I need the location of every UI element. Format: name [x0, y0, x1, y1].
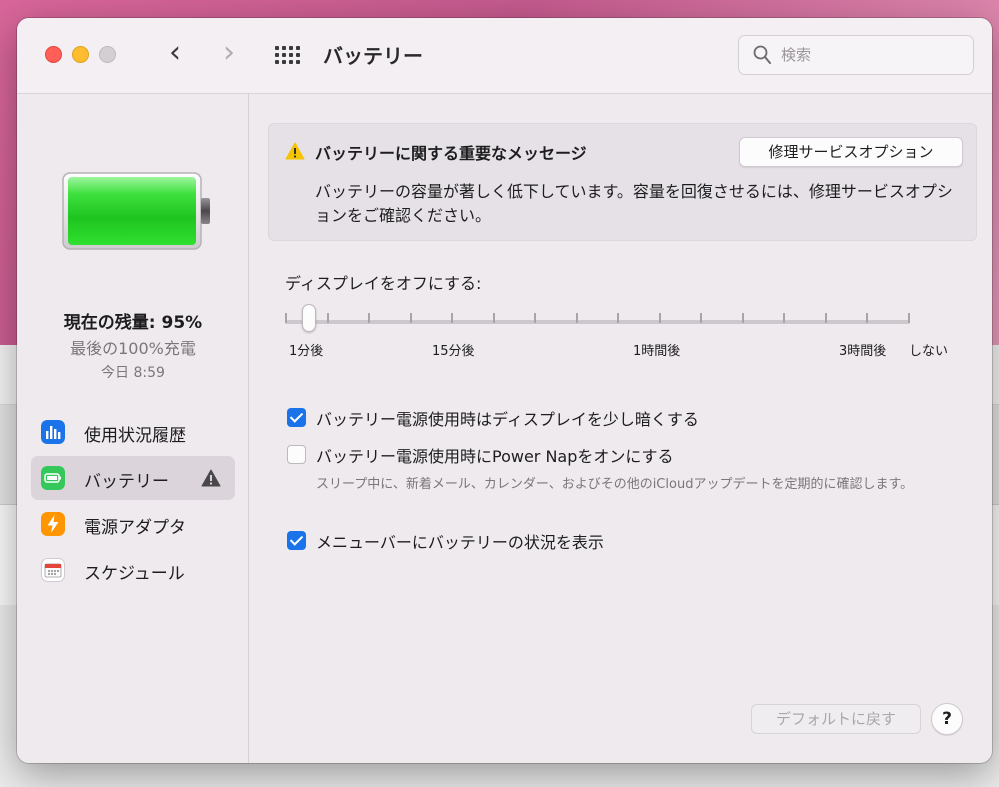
power-nap-checkbox[interactable] — [287, 445, 306, 464]
slider-tick — [908, 313, 910, 323]
battery-icon — [41, 466, 65, 490]
dim-display-label: バッテリー電源使用時はディスプレイを少し暗くする — [316, 410, 699, 429]
tick-label: 15分後 — [432, 344, 475, 359]
title-bar: ‹ › バッテリー — [17, 18, 992, 94]
slider-tick — [534, 313, 537, 323]
slider-tick — [700, 313, 703, 323]
calendar-icon — [41, 558, 65, 582]
bar-chart-icon — [41, 420, 65, 444]
sidebar-item-label: スケジュール — [84, 564, 185, 584]
sidebar-item-label: 使用状況履歴 — [84, 426, 186, 446]
tick-label: しない — [909, 344, 949, 359]
charged-time: 今日 8:59 — [101, 365, 165, 381]
main-panel: バッテリーに関する重要なメッセージ 修理サービスオプション バッテリーの容量が著… — [249, 94, 992, 763]
sidebar-item-label: 電源アダプタ — [84, 518, 186, 538]
lightning-icon — [41, 512, 65, 536]
back-button[interactable]: ‹ — [160, 36, 190, 72]
sidebar-item-schedule[interactable]: スケジュール — [31, 548, 235, 592]
close-button[interactable] — [45, 46, 62, 63]
power-nap-description: スリープ中に、新着メール、カレンダー、およびその他のiCloudアップデートを定… — [316, 477, 914, 492]
sidebar: 現在の残量: 95% 最後の100%充電 今日 8:59 使用状況履歴 バッテリ… — [17, 94, 249, 763]
search-field[interactable] — [738, 35, 974, 75]
tick-label: 1時間後 — [633, 344, 681, 359]
slider-tick — [866, 313, 869, 323]
alert-title: バッテリーに関する重要なメッセージ — [315, 144, 587, 163]
search-input[interactable] — [781, 44, 961, 66]
slider-tick — [326, 313, 329, 323]
sidebar-item-power-adapter[interactable]: 電源アダプタ — [31, 502, 235, 546]
dim-display-checkbox[interactable] — [287, 408, 306, 427]
slider-tick — [451, 313, 454, 323]
charge-level: 現在の残量: 95% — [63, 313, 203, 333]
tick-label: 3時間後 — [839, 344, 887, 359]
battery-level-icon — [62, 172, 210, 250]
sidebar-item-label: バッテリー — [84, 472, 169, 492]
window-title: バッテリー — [323, 44, 423, 68]
forward-button[interactable]: › — [214, 36, 244, 72]
display-off-slider-track[interactable] — [285, 320, 910, 324]
alert-message: バッテリーの容量が著しく低下しています。容量を回復させるには、修理サービスオプシ… — [315, 182, 953, 225]
warning-icon — [285, 142, 305, 160]
warning-icon — [201, 469, 221, 487]
sidebar-item-usage-history[interactable]: 使用状況履歴 — [31, 410, 235, 454]
slider-tick — [409, 313, 412, 323]
system-preferences-window: ‹ › バッテリー 検索 現在の残量: 95% 最後の100%充電 今日 8:5… — [17, 18, 992, 763]
minimize-button[interactable] — [72, 46, 89, 63]
menu-bar-battery-checkbox[interactable] — [287, 531, 306, 550]
slider-tick — [658, 313, 661, 323]
slider-tick — [368, 313, 371, 323]
display-off-slider-thumb[interactable] — [302, 304, 316, 332]
slider-tick — [824, 313, 827, 323]
tick-label: 1分後 — [289, 344, 324, 359]
battery-alert: バッテリーに関する重要なメッセージ 修理サービスオプション バッテリーの容量が著… — [268, 123, 977, 241]
zoom-button[interactable] — [99, 46, 116, 63]
slider-tick — [492, 313, 495, 323]
slider-tick — [783, 313, 786, 323]
slider-tick — [575, 313, 578, 323]
power-nap-label: バッテリー電源使用時にPower Napをオンにする — [316, 447, 674, 466]
display-off-label: ディスプレイをオフにする: — [285, 274, 482, 293]
menu-bar-battery-label: メニューバーにバッテリーの状況を表示 — [316, 533, 604, 552]
last-charged-label: 最後の100%充電 — [70, 339, 196, 358]
slider-tick — [617, 313, 620, 323]
sidebar-item-battery[interactable]: バッテリー — [31, 456, 235, 500]
repair-options-button[interactable]: 修理サービスオプション — [739, 137, 963, 167]
help-button[interactable]: ? — [931, 703, 963, 735]
slider-tick — [741, 313, 744, 323]
restore-defaults-button[interactable]: デフォルトに戻す — [751, 704, 921, 734]
show-all-grid-icon[interactable] — [275, 46, 300, 64]
search-icon — [753, 45, 771, 64]
slider-tick — [285, 313, 287, 323]
